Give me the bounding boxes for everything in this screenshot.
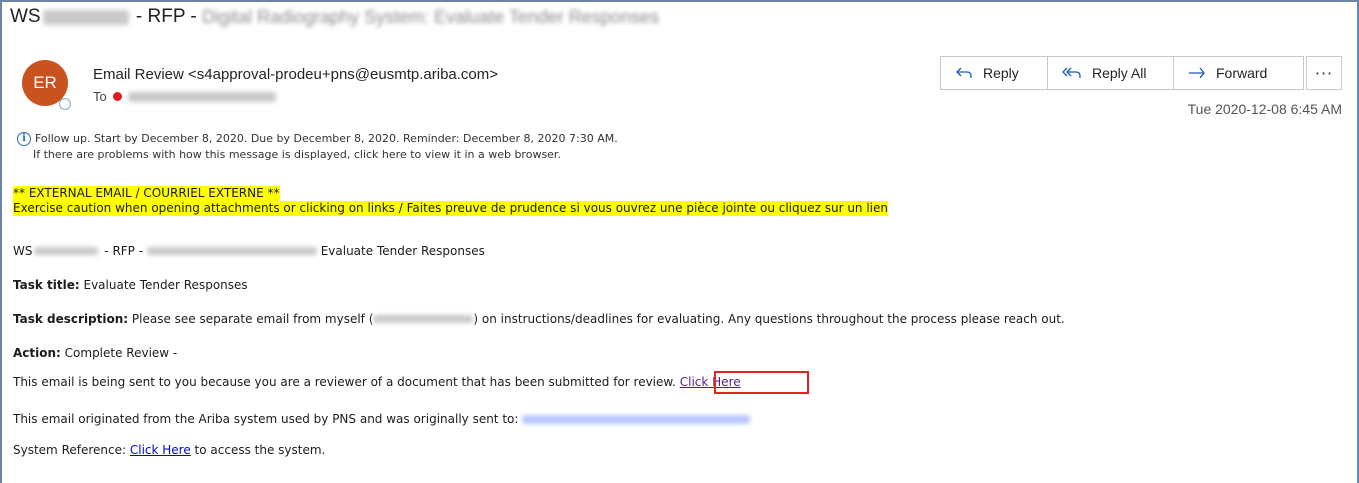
reply-icon	[955, 66, 973, 80]
recipient-redacted-name[interactable]	[127, 91, 276, 102]
reply-all-button[interactable]: Reply All	[1048, 57, 1174, 89]
external-warning-text: Exercise caution when opening attachment…	[13, 201, 889, 216]
forward-icon	[1188, 66, 1206, 80]
reviewer-text: This email is being sent to you because …	[13, 375, 680, 389]
reply-all-icon	[1062, 66, 1082, 80]
task-title-label: Task title:	[13, 278, 80, 292]
reviewer-line: This email is being sent to you because …	[13, 375, 741, 389]
avatar-initials: ER	[33, 73, 57, 92]
more-actions-button[interactable]: ···	[1306, 56, 1342, 90]
subject-prefix: WS	[10, 6, 41, 27]
info-bar: i Follow up. Start by December 8, 2020. …	[17, 131, 618, 163]
action-value: Complete Review -	[60, 346, 178, 360]
followup-text: Follow up. Start by December 8, 2020. Du…	[35, 132, 618, 145]
sysref-label: System Reference:	[13, 443, 130, 457]
action-line: Action: Complete Review -	[13, 346, 177, 360]
to-label: To	[93, 89, 107, 104]
ref-prefix: WS	[13, 244, 33, 258]
task-desc-post: ) on instructions/deadlines for evaluati…	[473, 312, 1065, 326]
email-subject: WS - RFP - Digital Radiography System: E…	[10, 6, 659, 28]
task-desc-label: Task description:	[13, 312, 129, 326]
reference-line: WS - RFP - Evaluate Tender Responses	[13, 244, 485, 258]
reply-label: Reply	[983, 65, 1019, 81]
system-reference-line: System Reference: Click Here to access t…	[13, 443, 325, 457]
task-description-line: Task description: Please see separate em…	[13, 312, 1065, 326]
task-desc-redacted-name	[373, 315, 474, 323]
sender-address[interactable]: Email Review <s4approval-prodeu+pns@eusm…	[93, 66, 498, 83]
info-icon: i	[17, 132, 31, 146]
ref-redacted-title	[146, 247, 317, 255]
subject-redacted-id	[42, 9, 129, 25]
reply-all-label: Reply All	[1092, 65, 1147, 81]
presence-status-icon	[59, 98, 71, 110]
reply-button[interactable]: Reply	[941, 57, 1048, 89]
ref-title: Evaluate Tender Responses	[316, 244, 485, 258]
task-desc-pre: Please see separate email from myself (	[128, 312, 374, 326]
origin-text: This email originated from the Ariba sys…	[13, 412, 523, 426]
system-click-here-link[interactable]: Click Here	[130, 443, 191, 457]
task-title-value: Evaluate Tender Responses	[79, 278, 248, 292]
callout-highlight-box	[714, 371, 809, 394]
forward-label: Forward	[1216, 65, 1268, 81]
sysref-post: to access the system.	[190, 443, 326, 457]
task-title-line: Task title: Evaluate Tender Responses	[13, 278, 248, 292]
external-warning-heading: ** EXTERNAL EMAIL / COURRIEL EXTERNE **	[13, 186, 280, 201]
forward-button[interactable]: Forward	[1174, 57, 1303, 89]
origin-redacted-email-link[interactable]	[522, 415, 751, 424]
message-actions: Reply Reply All Forward	[940, 56, 1304, 90]
origin-line: This email originated from the Ariba sys…	[13, 412, 751, 426]
browser-view-link[interactable]: If there are problems with how this mess…	[17, 147, 618, 163]
action-label: Action:	[13, 346, 61, 360]
recipient-presence-icon	[112, 92, 122, 101]
ref-rfp: - RFP -	[100, 244, 147, 258]
more-icon: ···	[1314, 63, 1334, 83]
subject-redacted-title: Digital Radiography System: Evaluate Ten…	[202, 6, 659, 27]
received-date: Tue 2020-12-08 6:45 AM	[1187, 101, 1342, 117]
ref-redacted-id	[34, 247, 99, 255]
recipient-line: To	[93, 89, 276, 104]
subject-rfp: - RFP -	[130, 6, 203, 27]
